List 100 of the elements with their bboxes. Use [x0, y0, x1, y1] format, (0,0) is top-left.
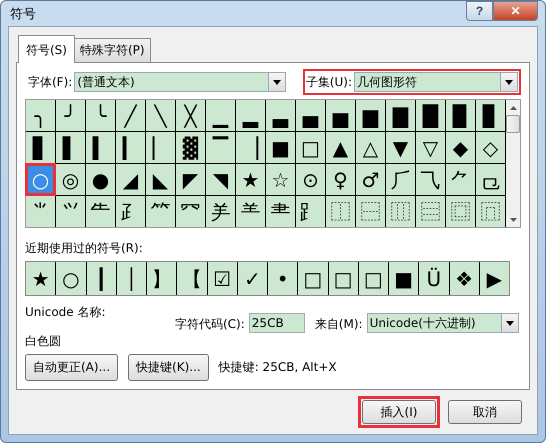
symbol-cell[interactable]: ▆ — [356, 100, 385, 131]
symbol-cell[interactable]: █ — [416, 100, 445, 131]
recent-symbol[interactable]: □ — [328, 262, 358, 295]
symbol-cell[interactable]: ⻊ — [296, 196, 325, 227]
dropdown-arrow-icon — [506, 320, 514, 326]
symbol-cell[interactable]: ▕ — [236, 132, 265, 163]
help-button[interactable]: ? — [466, 1, 493, 21]
symbol-cell[interactable]: ⺋ — [476, 164, 505, 195]
symbol-cell[interactable]: ▁ — [206, 100, 235, 131]
symbol-cell[interactable]: ⺳ — [176, 196, 205, 227]
symbol-cell[interactable]: ◇ — [476, 132, 505, 163]
symbol-cell[interactable]: ⺌ — [26, 196, 55, 227]
recent-symbol[interactable]: 【 — [177, 262, 206, 295]
recent-symbol[interactable]: ✓ — [238, 262, 267, 295]
symbol-cell[interactable]: △ — [356, 132, 385, 163]
symbol-cell[interactable]: ⺧ — [86, 196, 115, 227]
symbol-cell[interactable]: ▏ — [146, 132, 175, 163]
symbol-cell[interactable]: ▓ — [176, 132, 205, 163]
symbol-cell[interactable]: ▼ — [386, 132, 415, 163]
symbol-cell[interactable]: ▔ — [206, 132, 235, 163]
recent-symbol[interactable]: 】 — [147, 262, 176, 295]
symbol-cell[interactable]: ▍ — [86, 132, 115, 163]
scroll-up-icon[interactable] — [510, 106, 516, 110]
symbol-cell[interactable]: ╮ — [26, 100, 55, 131]
scroll-thumb[interactable] — [506, 115, 520, 133]
symbol-cell[interactable]: ★ — [236, 164, 265, 195]
recent-symbol[interactable]: ★ — [26, 262, 56, 295]
symbol-cell[interactable]: ⿵ — [476, 196, 505, 227]
symbol-cell[interactable]: ⺶ — [206, 196, 235, 227]
recent-symbol[interactable]: ■ — [389, 262, 418, 295]
symbol-cell[interactable]: ╲ — [146, 100, 175, 131]
tab[interactable]: 特殊字符(P) — [74, 38, 151, 62]
symbol-cell[interactable]: ⿴ — [446, 196, 475, 227]
symbol-cell[interactable]: ⺄ — [416, 164, 445, 195]
symbol-cell[interactable]: ⿰ — [326, 196, 355, 227]
symbol-cell[interactable]: ● — [86, 164, 115, 195]
symbol-cell[interactable]: ▉ — [446, 100, 475, 131]
symbol-cell[interactable]: ╯ — [56, 100, 85, 131]
recent-symbol[interactable]: Ü — [419, 262, 448, 295]
symbol-cell[interactable]: □ — [296, 132, 325, 163]
recent-symbols-label: 近期使用过的符号(R): — [25, 240, 144, 257]
shortcut-button[interactable]: 快捷键(K)... — [128, 354, 209, 381]
symbol-cell[interactable]: ⺻ — [266, 196, 295, 227]
symbol-cell[interactable]: ⺁ — [386, 164, 415, 195]
symbol-cell[interactable]: ⿱ — [356, 196, 385, 227]
recent-symbol[interactable]: ❖ — [450, 262, 479, 295]
symbol-cell[interactable]: ▇ — [386, 100, 415, 131]
subset-dropdown[interactable]: 几何图形符 — [354, 72, 518, 92]
recent-symbol[interactable]: ▶ — [480, 262, 509, 295]
symbol-cell[interactable]: ▄ — [296, 100, 325, 131]
char-code-field[interactable]: 25CB — [248, 313, 305, 333]
symbol-cell[interactable]: ╳ — [176, 100, 205, 131]
dropdown-arrow-icon — [505, 80, 513, 84]
cancel-button[interactable]: 取消 — [448, 400, 522, 424]
symbol-cell[interactable]: ▌ — [56, 132, 85, 163]
symbol-cell[interactable]: ⿲ — [386, 196, 415, 227]
symbol-cell[interactable]: ⺮ — [146, 196, 175, 227]
symbol-cell[interactable]: ♂ — [356, 164, 385, 195]
symbol-cell[interactable]: ⿳ — [416, 196, 445, 227]
symbol-cell[interactable]: ■ — [266, 132, 295, 163]
font-label: 字体(F): — [28, 74, 72, 90]
symbol-cell[interactable]: ▎ — [116, 132, 145, 163]
recent-symbol[interactable]: □ — [298, 262, 328, 295]
symbol-cell[interactable]: ◣ — [146, 164, 175, 195]
symbol-cell[interactable]: ▃ — [266, 100, 295, 131]
symbol-cell[interactable]: ⺈ — [446, 164, 475, 195]
tab[interactable]: 符号(S) — [18, 35, 75, 63]
symbol-cell[interactable]: ◎ — [56, 164, 85, 195]
symbol-cell[interactable]: ☆ — [266, 164, 295, 195]
recent-symbol[interactable]: │ — [116, 262, 146, 295]
scroll-down-icon[interactable] — [510, 218, 516, 222]
insert-button[interactable]: 插入(I) — [362, 400, 436, 424]
symbol-cell[interactable]: ⺪ — [116, 196, 145, 227]
symbol-cell[interactable]: ╰ — [86, 100, 115, 131]
symbol-cell[interactable]: ◥ — [206, 164, 235, 195]
font-dropdown[interactable]: (普通文本) — [74, 72, 286, 92]
symbol-cell[interactable]: ◤ — [176, 164, 205, 195]
from-dropdown[interactable]: Unicode(十六进制) — [366, 313, 519, 333]
autocorrect-button[interactable]: 自动更正(A)... — [25, 354, 118, 381]
char-code-label: 字符代码(C): — [175, 316, 245, 333]
symbol-cell[interactable]: ⺍ — [56, 196, 85, 227]
symbol-cell[interactable]: ◆ — [446, 132, 475, 163]
symbol-cell[interactable]: ⊙ — [296, 164, 325, 195]
symbol-cell[interactable]: ▲ — [326, 132, 355, 163]
recent-symbol[interactable]: ┃ — [86, 262, 116, 295]
symbol-cell[interactable]: ♀ — [326, 164, 355, 195]
recent-symbol[interactable]: ☑ — [208, 262, 237, 295]
recent-symbol[interactable]: □ — [358, 262, 388, 295]
window-title: 符号 — [9, 6, 36, 22]
symbol-cell[interactable]: ▋ — [26, 132, 55, 163]
symbol-cell[interactable]: ◢ — [116, 164, 145, 195]
symbol-cell[interactable]: ⺷ — [236, 196, 265, 227]
symbol-cell[interactable]: ▊ — [476, 100, 505, 131]
symbol-cell[interactable]: ▽ — [416, 132, 445, 163]
symbol-cell[interactable]: ▅ — [326, 100, 355, 131]
recent-symbol[interactable]: • — [268, 262, 298, 295]
symbol-cell[interactable]: ╱ — [116, 100, 145, 131]
recent-symbol[interactable]: ○ — [56, 262, 86, 295]
scrollbar[interactable] — [506, 100, 520, 227]
symbol-cell[interactable]: ▂ — [236, 100, 265, 131]
